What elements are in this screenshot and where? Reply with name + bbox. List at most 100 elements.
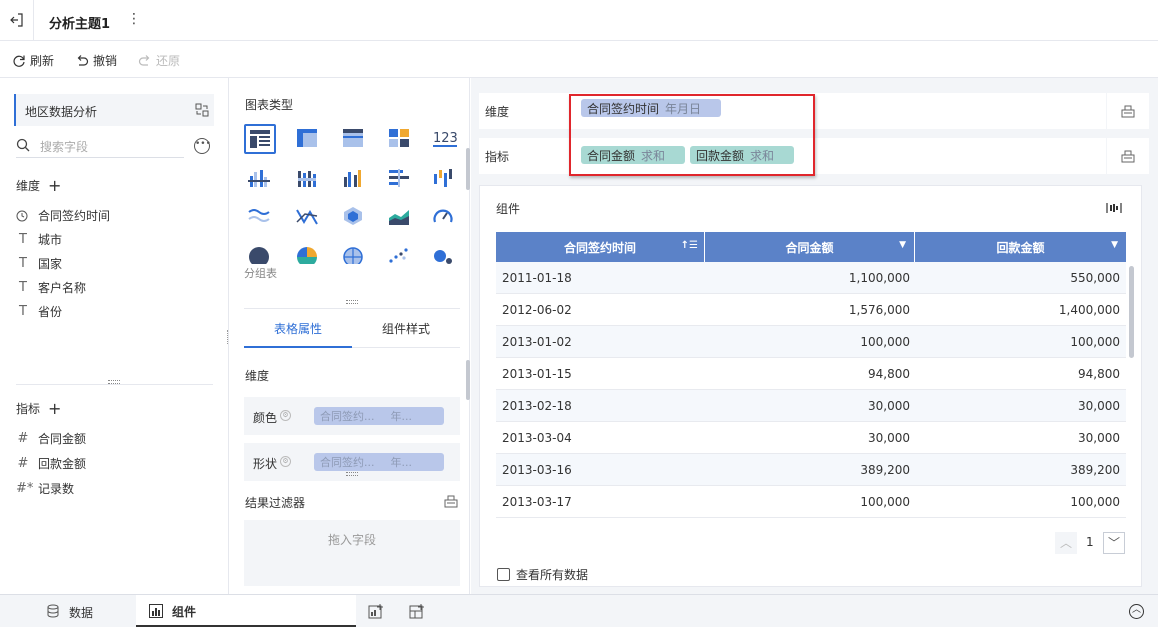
view-all-label: 查看所有数据: [516, 568, 589, 582]
more-options-icon[interactable]: •••: [194, 138, 211, 154]
page-number: 1: [1086, 535, 1094, 549]
globe-map-chart-icon[interactable]: [342, 246, 366, 264]
chart-type-scrollbar[interactable]: [466, 148, 470, 190]
bubble-chart-icon[interactable]: [432, 246, 456, 264]
switch-dataset-icon[interactable]: [195, 103, 209, 117]
section-divider: [16, 384, 213, 385]
sort-icon[interactable]: ↑☰: [681, 240, 698, 251]
redo-button[interactable]: 还原: [138, 52, 180, 69]
radar-chart-icon[interactable]: [342, 206, 366, 230]
table-row[interactable]: 2013-01-02 100,000 100,000: [496, 326, 1126, 358]
settings-icon[interactable]: ⚙: [280, 456, 291, 467]
dimension-field[interactable]: T 省份: [16, 303, 62, 320]
grouped-bar-chart-icon[interactable]: [248, 168, 272, 192]
dropdown-arrow-icon[interactable]: ▼: [1111, 240, 1118, 250]
table-cell: 389,200: [860, 463, 910, 477]
bar-chart-icon: [149, 604, 163, 618]
scatter-chart-icon[interactable]: [388, 246, 412, 264]
search-icon: [16, 138, 30, 152]
table-cell: 2013-02-18: [502, 399, 572, 413]
text-type-icon: T: [19, 232, 27, 247]
measure-label: 回款金额: [38, 457, 87, 471]
gauge-chart-icon[interactable]: [432, 206, 456, 230]
undo-icon: [75, 54, 89, 68]
add-dimension-icon[interactable]: +: [48, 176, 61, 195]
table-row[interactable]: 2012-06-02 1,576,000 1,400,000: [496, 294, 1126, 326]
waterfall-bar-chart-icon[interactable]: [432, 168, 456, 192]
number-chart-icon[interactable]: 123: [432, 128, 458, 152]
table-cell: 389,200: [1070, 463, 1120, 477]
table-row[interactable]: 2013-02-18 30,000 30,000: [496, 390, 1126, 422]
table-row[interactable]: 2013-03-17 100,000 100,000: [496, 486, 1126, 518]
shape-field-pill[interactable]: 合同签约... 年...: [314, 453, 444, 471]
color-field-pill[interactable]: 合同签约... 年...: [314, 407, 444, 425]
cross-table-chart-icon[interactable]: [342, 128, 366, 152]
horizontal-bar-chart-icon[interactable]: [388, 168, 412, 192]
filter-drop-zone[interactable]: 拖入字段: [244, 520, 460, 586]
property-scrollbar[interactable]: [466, 360, 470, 400]
checkbox[interactable]: [497, 568, 510, 581]
segmented-pie-chart-icon[interactable]: [296, 246, 320, 264]
dataset-selector[interactable]: 地区数据分析: [14, 94, 214, 126]
dropdown-arrow-icon[interactable]: ▼: [899, 240, 906, 250]
table-row[interactable]: 2011-01-18 1,100,000 550,000: [496, 262, 1126, 294]
tab-component[interactable]: 组件: [136, 595, 356, 627]
measure-field[interactable]: #* 记录数: [16, 480, 74, 497]
table-row[interactable]: 2013-03-16 389,200 389,200: [496, 454, 1126, 486]
area-chart-icon[interactable]: [388, 206, 412, 230]
hash-icon: #: [17, 431, 29, 446]
filter-settings-icon[interactable]: [444, 494, 458, 508]
column-header-date[interactable]: 合同签约时间 ↑☰: [496, 232, 705, 262]
exit-icon[interactable]: [9, 12, 25, 28]
kpi-card-chart-icon[interactable]: [388, 128, 412, 152]
tab-component-label: 组件: [172, 605, 197, 619]
prev-page-button[interactable]: ︿: [1055, 532, 1077, 554]
add-measure-icon[interactable]: +: [48, 399, 61, 418]
bottom-tab-bar: 数据 组件 ︿: [0, 594, 1158, 627]
stacked-bar-chart-icon[interactable]: [296, 168, 320, 192]
detail-table-chart-icon[interactable]: [296, 128, 320, 152]
table-cell: 100,000: [860, 335, 910, 349]
measure-settings-button[interactable]: [1107, 138, 1149, 174]
multi-series-bar-chart-icon[interactable]: [342, 168, 366, 192]
dimension-field[interactable]: 合同签约时间: [16, 207, 110, 224]
resize-handle[interactable]: [108, 380, 120, 384]
undo-button[interactable]: 撤销: [75, 52, 117, 69]
next-page-button[interactable]: ﹀: [1103, 532, 1125, 554]
dimension-field[interactable]: T 城市: [16, 231, 62, 248]
table-cell: 100,000: [1070, 495, 1120, 509]
column-layout-icon[interactable]: [1106, 202, 1122, 214]
tab-table-properties[interactable]: 表格属性: [244, 318, 352, 348]
table-row[interactable]: 2013-03-04 30,000 30,000: [496, 422, 1126, 454]
tab-data[interactable]: 数据: [0, 595, 136, 627]
resize-handle[interactable]: [346, 300, 358, 304]
resize-handle[interactable]: [346, 472, 358, 476]
dimension-label: 合同签约时间: [38, 209, 111, 223]
dimension-settings-button[interactable]: [1107, 93, 1149, 129]
measure-field[interactable]: # 合同金额: [16, 430, 86, 447]
search-field[interactable]: 搜索字段: [16, 136, 184, 158]
redo-icon: [138, 54, 152, 68]
polyline-chart-icon[interactable]: [296, 206, 320, 230]
grouped-table-chart-icon[interactable]: [244, 124, 276, 154]
dimension-field[interactable]: T 客户名称: [16, 279, 86, 296]
measure-field[interactable]: # 回款金额: [16, 455, 86, 472]
pie-chart-icon[interactable]: [248, 246, 272, 264]
refresh-button[interactable]: 刷新: [12, 52, 54, 69]
add-component-icon[interactable]: [368, 603, 384, 619]
dimension-field[interactable]: T 国家: [16, 255, 62, 272]
more-menu-icon[interactable]: ⋮: [127, 11, 141, 27]
view-all-data-toggle[interactable]: 查看所有数据: [497, 566, 588, 583]
column-header-contract-amount[interactable]: 合同金额 ▼: [705, 232, 915, 262]
tab-component-style[interactable]: 组件样式: [352, 318, 460, 348]
property-dimension-title: 维度: [245, 369, 270, 383]
collapse-icon[interactable]: ︿: [1129, 604, 1144, 619]
line-chart-icon[interactable]: [248, 206, 272, 230]
add-dashboard-icon[interactable]: [409, 603, 425, 619]
table-scrollbar[interactable]: [1129, 266, 1134, 358]
table-cell: 30,000: [1078, 399, 1120, 413]
dimension-label: 城市: [38, 233, 63, 247]
column-header-payment-amount[interactable]: 回款金额 ▼: [915, 232, 1126, 262]
table-row[interactable]: 2013-01-15 94,800 94,800: [496, 358, 1126, 390]
settings-icon[interactable]: ⚙: [280, 410, 291, 421]
